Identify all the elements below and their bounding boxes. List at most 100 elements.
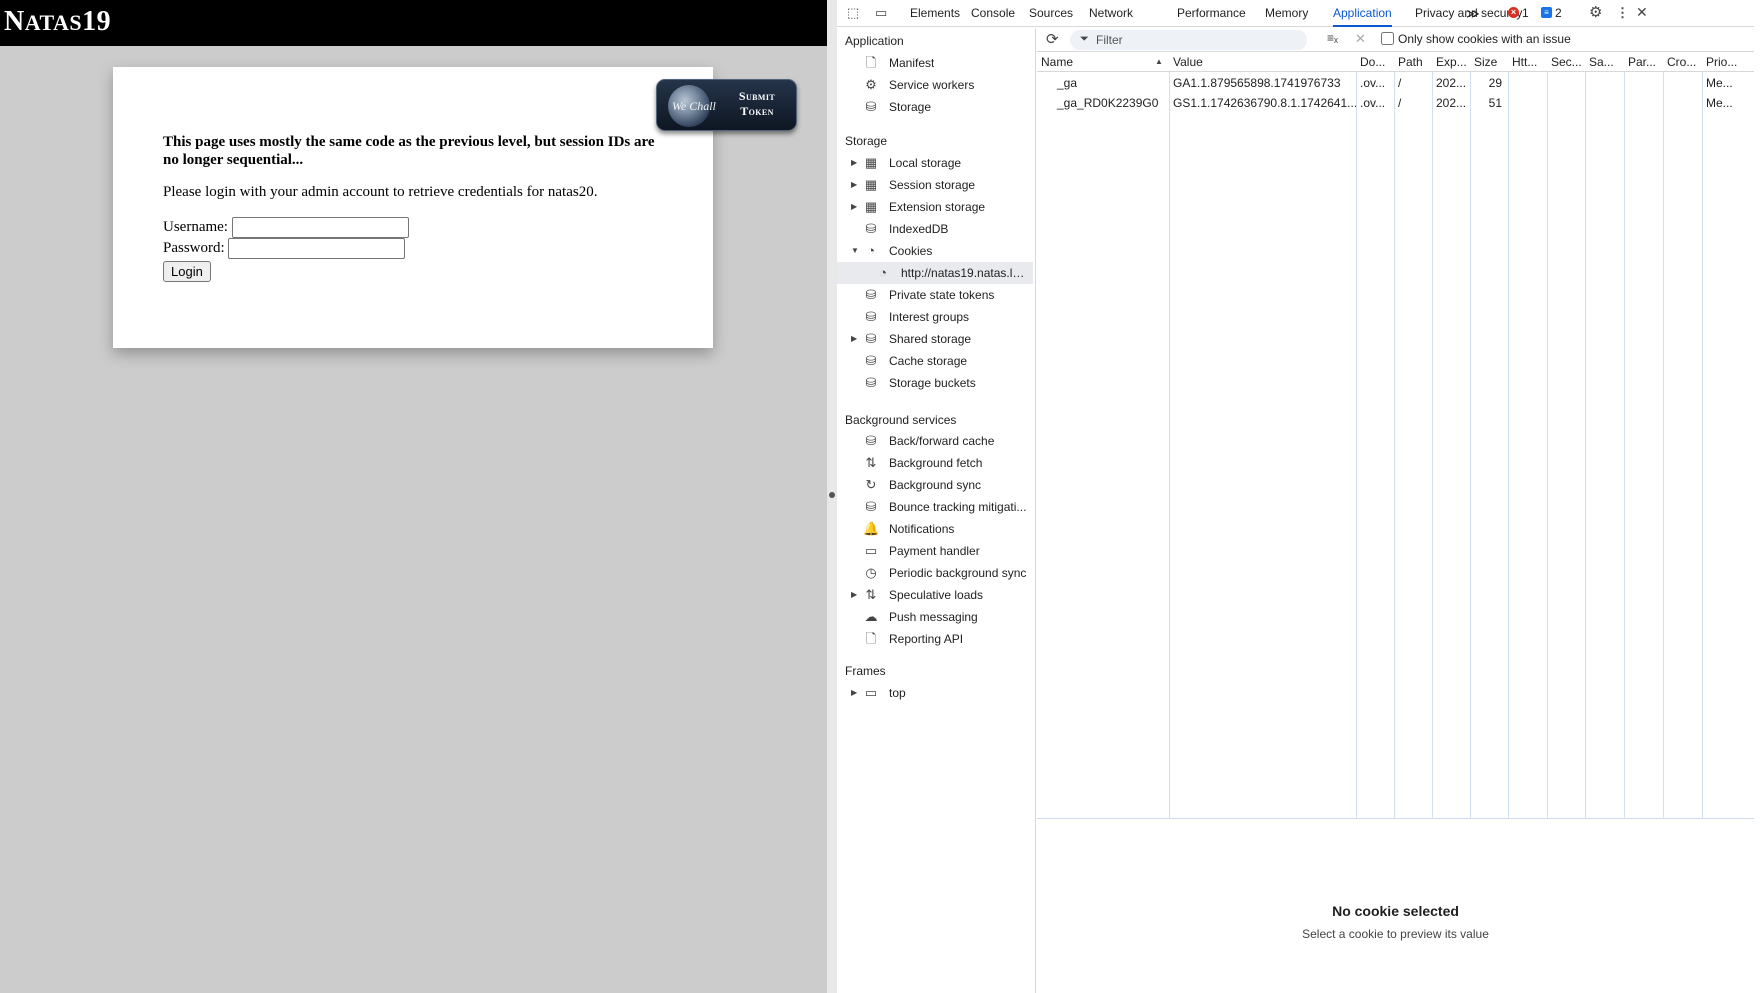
sidebar-item-storage[interactable]: ⛁ Storage: [837, 96, 1033, 118]
tab-console[interactable]: Console: [971, 0, 1015, 27]
sidebar-item-bounce-tracking-mitigati[interactable]: ⛁ Bounce tracking mitigati...: [837, 496, 1033, 518]
inspect-element-icon[interactable]: ⬚: [847, 5, 859, 21]
sidebar-item-push-messaging[interactable]: ☁ Push messaging: [837, 606, 1033, 628]
message-count[interactable]: 2: [1555, 0, 1562, 27]
column-header[interactable]: Cro...: [1663, 52, 1702, 72]
sidebar-item-cookies[interactable]: ▼ ◔ Cookies: [837, 240, 1033, 262]
table-cell: GA1.1.879565898.1741976733: [1173, 76, 1341, 90]
filter-input[interactable]: [1096, 32, 1296, 48]
wechall-submit-token-button[interactable]: We Chall Submit Token: [656, 79, 797, 131]
clear-all-cookies-icon[interactable]: ≡ₓ: [1327, 31, 1338, 45]
sidebar-item-background-sync[interactable]: ↻ Background sync: [837, 474, 1033, 496]
column-header[interactable]: Prio...: [1702, 52, 1754, 72]
collapse-arrow-icon[interactable]: ▼: [851, 246, 859, 255]
tab-elements[interactable]: Elements: [910, 0, 960, 27]
sidebar-item-top[interactable]: ▶ ▭ top: [837, 682, 1033, 704]
sidebar-item-label: Shared storage: [889, 332, 972, 346]
sidebar-item-background-fetch[interactable]: ⇅ Background fetch: [837, 452, 1033, 474]
sidebar-item-service-workers[interactable]: ⚙ Service workers: [837, 74, 1033, 96]
sidebar-item-local-storage[interactable]: ▶ ▦ Local storage: [837, 152, 1033, 174]
site-header: NATAS19: [0, 0, 827, 46]
column-divider[interactable]: [1169, 52, 1170, 818]
expand-arrow-icon[interactable]: ▶: [851, 590, 857, 599]
column-header[interactable]: Path: [1394, 52, 1432, 72]
splitter-handle-dot[interactable]: [829, 492, 835, 498]
sidebar-item-indexeddb[interactable]: ⛁ IndexedDB: [837, 218, 1033, 240]
column-header[interactable]: Size: [1470, 52, 1508, 72]
more-tabs-icon[interactable]: ≫: [1466, 0, 1480, 27]
sidebar-item-http-natas19-natas-la[interactable]: ◔ http://natas19.natas.la...: [837, 262, 1033, 284]
column-header[interactable]: Sec...: [1547, 52, 1585, 72]
only-issue-checkbox[interactable]: [1381, 32, 1394, 45]
table-row[interactable]: _ga GA1.1.879565898.1741976733 .ov... / 202.…: [1037, 73, 1754, 93]
sidebar-item-storage-buckets[interactable]: ⛁ Storage buckets: [837, 372, 1033, 394]
table-row[interactable]: _ga_RD0K2239G0 GS1.1.1742636790.8.1.17426…: [1037, 93, 1754, 113]
filter-box[interactable]: ⏷: [1070, 30, 1307, 50]
error-count[interactable]: 1: [1522, 0, 1529, 27]
sidebar-item-manifest[interactable]: 🗋 Manifest: [837, 52, 1033, 74]
password-input[interactable]: [228, 238, 406, 260]
column-header[interactable]: Htt...: [1508, 52, 1547, 72]
sort-ascending-icon[interactable]: ▲: [1155, 52, 1163, 72]
column-divider[interactable]: [1508, 52, 1509, 818]
site-title-initial: N: [4, 6, 25, 37]
settings-gear-icon[interactable]: ⚙: [1589, 3, 1602, 21]
sidebar-item-cache-storage[interactable]: ⛁ Cache storage: [837, 350, 1033, 372]
sidebar-item-interest-groups[interactable]: ⛁ Interest groups: [837, 306, 1033, 328]
expand-arrow-icon[interactable]: ▶: [851, 158, 857, 167]
sidebar-item-shared-storage[interactable]: ▶ ⛁ Shared storage: [837, 328, 1033, 350]
login-button[interactable]: Login: [163, 261, 211, 282]
sidebar-item-periodic-background-sync[interactable]: ◷ Periodic background sync: [837, 562, 1033, 584]
column-divider[interactable]: [1702, 52, 1703, 818]
sidebar-item-speculative-loads[interactable]: ▶ ⇅ Speculative loads: [837, 584, 1033, 606]
column-divider[interactable]: [1470, 52, 1471, 818]
column-divider[interactable]: [1432, 52, 1433, 818]
delete-selected-icon[interactable]: ✕: [1355, 31, 1366, 47]
column-divider[interactable]: [1585, 52, 1586, 818]
panel-splitter[interactable]: [827, 0, 837, 993]
sidebar-item-session-storage[interactable]: ▶ ▦ Session storage: [837, 174, 1033, 196]
tab-network[interactable]: Network: [1089, 0, 1133, 27]
expand-arrow-icon[interactable]: ▶: [851, 180, 857, 189]
column-header[interactable]: Do...: [1356, 52, 1394, 72]
kebab-menu-icon[interactable]: ⋮: [1616, 5, 1629, 21]
column-header[interactable]: Par...: [1624, 52, 1663, 72]
database-icon: ⛁: [865, 287, 877, 302]
column-divider[interactable]: [1624, 52, 1625, 818]
column-divider[interactable]: [1356, 52, 1357, 818]
sidebar-item-extension-storage[interactable]: ▶ ▦ Extension storage: [837, 196, 1033, 218]
expand-arrow-icon[interactable]: ▶: [851, 688, 857, 697]
expand-arrow-icon[interactable]: ▶: [851, 334, 857, 343]
refresh-icon[interactable]: ⟳: [1046, 30, 1059, 48]
error-icon[interactable]: ×: [1508, 7, 1519, 18]
sidebar-item-label: Extension storage: [889, 200, 986, 214]
column-header[interactable]: Value: [1169, 52, 1356, 72]
tab-memory[interactable]: Memory: [1265, 0, 1308, 27]
column-header[interactable]: Sa...: [1585, 52, 1624, 72]
sidebar-item-back-forward-cache[interactable]: ⛁ Back/forward cache: [837, 430, 1033, 452]
section-title-storage: Storage: [845, 134, 888, 148]
password-label: Password:: [163, 240, 225, 256]
sidebar-item-payment-handler[interactable]: ▭ Payment handler: [837, 540, 1033, 562]
window-icon: ▭: [864, 685, 878, 700]
sidebar-item-notifications[interactable]: 🔔 Notifications: [837, 518, 1033, 540]
database-icon: ⛁: [865, 375, 877, 390]
column-divider[interactable]: [1663, 52, 1664, 818]
tab-sources[interactable]: Sources: [1029, 0, 1073, 27]
username-input[interactable]: [231, 217, 409, 239]
tab-application[interactable]: Application: [1333, 0, 1392, 27]
column-header[interactable]: Name: [1037, 52, 1169, 72]
sync-icon: ↻: [865, 477, 877, 492]
message-icon[interactable]: ≡: [1541, 7, 1552, 18]
sidebar-item-private-state-tokens[interactable]: ⛁ Private state tokens: [837, 284, 1033, 306]
tab-performance[interactable]: Performance: [1177, 0, 1246, 27]
submit-token-label: Submit Token: [721, 89, 793, 119]
only-issue-checkbox-row[interactable]: Only show cookies with an issue: [1381, 32, 1571, 46]
column-divider[interactable]: [1547, 52, 1548, 818]
column-divider[interactable]: [1394, 52, 1395, 818]
device-toggle-icon[interactable]: ▭: [875, 5, 887, 21]
close-icon[interactable]: ✕: [1636, 4, 1648, 21]
expand-arrow-icon[interactable]: ▶: [851, 202, 857, 211]
sidebar-item-reporting-api[interactable]: 🗋 Reporting API: [837, 628, 1033, 650]
column-header[interactable]: Exp...: [1432, 52, 1470, 72]
